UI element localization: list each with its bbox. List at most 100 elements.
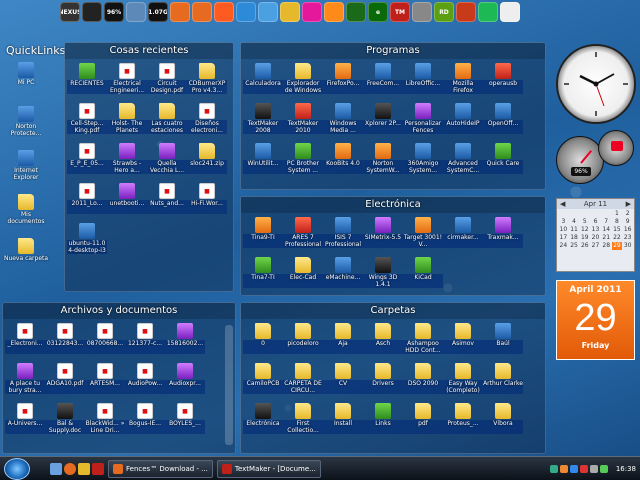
archivos-item[interactable]: ■ AudioPow... bbox=[125, 361, 165, 401]
bubble-icon[interactable] bbox=[258, 2, 278, 22]
recientes-item[interactable]: Holst- The Planets bbox=[107, 101, 147, 141]
calendar-day[interactable]: 1 bbox=[612, 210, 623, 218]
quicklinks-item[interactable]: Internet Explorer bbox=[2, 148, 50, 192]
electronica-item[interactable]: Tina9-TI bbox=[243, 215, 283, 255]
calendar-day[interactable]: 29 bbox=[611, 242, 623, 250]
quicklinks-item[interactable]: Mis documentos bbox=[2, 192, 50, 236]
calendar-day[interactable]: 2 bbox=[622, 210, 633, 218]
recientes-item[interactable]: ■ Hi-Fi.Wor... bbox=[187, 181, 227, 221]
electronica-item[interactable]: eMachine... bbox=[323, 255, 363, 295]
carpetas-item[interactable]: DSO 2090 bbox=[403, 361, 443, 401]
programas-item[interactable]: FreeCom... bbox=[363, 61, 403, 101]
tray-icon[interactable] bbox=[559, 465, 568, 473]
carpetas-item[interactable]: Baúl bbox=[483, 321, 523, 361]
memory-meter-icon[interactable]: 1.07G bbox=[148, 2, 168, 22]
calendar-next-button[interactable]: ▶ bbox=[626, 199, 631, 209]
calendar-day[interactable] bbox=[590, 210, 601, 218]
programas-item[interactable]: TextMaker 2008 bbox=[243, 101, 283, 141]
carpetas-item[interactable]: Electrónica bbox=[243, 401, 283, 441]
weather-icon[interactable] bbox=[126, 2, 146, 22]
calendar-day[interactable]: 15 bbox=[612, 226, 623, 234]
taskbar-window-button[interactable]: Fences™ Download - ... bbox=[108, 459, 213, 478]
carpetas-item[interactable]: Proteus_... bbox=[443, 401, 483, 441]
recientes-item[interactable]: unetbooti... bbox=[107, 181, 147, 221]
carpetas-item[interactable]: 0 bbox=[243, 321, 283, 361]
electronica-item[interactable]: KiCad bbox=[403, 255, 443, 295]
taskbar-clock[interactable]: 16:38 bbox=[616, 465, 636, 473]
archivos-item[interactable]: ■ BlackWid... » Line Dri... bbox=[85, 401, 125, 441]
recientes-item[interactable]: ■ Cell-Step... King.pdf bbox=[67, 101, 107, 141]
calendar-day[interactable]: 8 bbox=[612, 218, 623, 226]
calendar-day[interactable] bbox=[569, 210, 580, 218]
archivos-item[interactable]: ■ ARTESM... bbox=[85, 361, 125, 401]
recientes-item[interactable]: RECIENTES bbox=[67, 61, 107, 101]
calendar-day[interactable]: 14 bbox=[601, 226, 612, 234]
firefox-icon[interactable] bbox=[192, 2, 212, 22]
e-icon[interactable]: e bbox=[368, 2, 388, 22]
recientes-item[interactable]: ubuntu-11.0 4-desktop-i3 86.iso.part bbox=[67, 221, 107, 261]
calendar-day[interactable]: 16 bbox=[622, 226, 633, 234]
carpetas-item[interactable]: First Collectio... bbox=[283, 401, 323, 441]
recientes-item[interactable]: ■ Circuit Design.pdf bbox=[147, 61, 187, 101]
carpetas-item[interactable]: CV bbox=[323, 361, 363, 401]
programas-item[interactable]: Norton SystemW... bbox=[363, 141, 403, 181]
programas-item[interactable]: Xplorer 2P... bbox=[363, 101, 403, 141]
programas-item[interactable]: 360Amigo System... bbox=[403, 141, 443, 181]
recientes-item[interactable]: Strawbs - Hero a... bbox=[107, 141, 147, 181]
calendar-day[interactable]: 4 bbox=[569, 218, 580, 226]
archivos-item[interactable]: Bal & Supply.doc bbox=[45, 401, 85, 441]
analog-clock[interactable] bbox=[556, 44, 636, 124]
recientes-item[interactable]: ■ E_P_E_05... bbox=[67, 141, 107, 181]
carpetas-item[interactable]: CamiloPCB bbox=[243, 361, 283, 401]
programas-item[interactable]: WinUtilit... bbox=[243, 141, 283, 181]
archivos-item[interactable]: ■ _Electroni... bbox=[5, 321, 45, 361]
calendar-day[interactable]: 26 bbox=[579, 242, 590, 250]
carpetas-item[interactable]: Víbora bbox=[483, 401, 523, 441]
calendar-day[interactable]: 3 bbox=[558, 218, 569, 226]
programas-item[interactable]: KooBits 4.0 bbox=[323, 141, 363, 181]
electronica-item[interactable]: Target 3001! V... bbox=[403, 215, 443, 255]
archivos-item[interactable]: ■ 08700668... bbox=[85, 321, 125, 361]
programas-item[interactable]: FirefoxPo... bbox=[323, 61, 363, 101]
diamond-icon[interactable] bbox=[324, 2, 344, 22]
programas-item[interactable]: LibreOffic... bbox=[403, 61, 443, 101]
archivos-item[interactable]: Audioxpr... bbox=[165, 361, 205, 401]
recientes-item[interactable]: ■ Electrical Engineeri... bbox=[107, 61, 147, 101]
programas-item[interactable]: Mozilla Firefox bbox=[443, 61, 483, 101]
carpetas-item[interactable]: Drivers bbox=[363, 361, 403, 401]
calendar-day[interactable]: 7 bbox=[601, 218, 612, 226]
archivos-item[interactable]: ■ Bogus-IE... bbox=[125, 401, 165, 441]
electronica-item[interactable]: Traxmak... bbox=[483, 215, 523, 255]
heart-icon[interactable] bbox=[456, 2, 476, 22]
carpetas-item[interactable]: pdf bbox=[403, 401, 443, 441]
programas-item[interactable]: Windows Media ... bbox=[323, 101, 363, 141]
carpetas-item[interactable]: picodeloro bbox=[283, 321, 323, 361]
quicklinks-item[interactable]: Nueva carpeta bbox=[2, 236, 50, 280]
spotify-icon[interactable] bbox=[478, 2, 498, 22]
recientes-item[interactable]: Quella Vecchia L... bbox=[147, 141, 187, 181]
electronica-item[interactable]: SIMetrix-5.5 bbox=[363, 215, 403, 255]
programas-item[interactable]: Explorador de Windows bbox=[283, 61, 323, 101]
calendar-day[interactable]: 21 bbox=[601, 234, 612, 242]
carpetas-item[interactable]: Aja bbox=[323, 321, 363, 361]
quicklinks-item[interactable]: Norton Protecte... bbox=[2, 104, 50, 148]
carpetas-item[interactable]: Ashampoo HDD Cont... bbox=[403, 321, 443, 361]
carpetas-item[interactable]: Asimov bbox=[443, 321, 483, 361]
calendar-day[interactable]: 28 bbox=[601, 242, 612, 250]
quicklinks-item[interactable]: Mi PC bbox=[2, 60, 50, 104]
archivos-item[interactable]: ■ A-Univers... bbox=[5, 401, 45, 441]
calendar-day[interactable]: 19 bbox=[579, 234, 590, 242]
calendar-day[interactable]: 18 bbox=[569, 234, 580, 242]
quick-launch-firefox-icon[interactable] bbox=[64, 462, 76, 475]
calendar-day[interactable] bbox=[579, 210, 590, 218]
quick-launch-ie-icon[interactable] bbox=[50, 462, 62, 475]
calendar-day[interactable]: 5 bbox=[579, 218, 590, 226]
calendar-day[interactable]: 17 bbox=[558, 234, 569, 242]
quick-launch-folder-icon[interactable] bbox=[78, 462, 90, 475]
electronica-item[interactable]: Tina7-TI bbox=[243, 255, 283, 295]
electronica-item[interactable]: Wings 3D 1.4.1 bbox=[363, 255, 403, 295]
programas-item[interactable]: Quick Care bbox=[483, 141, 523, 181]
archivos-item[interactable]: ■ ADGA10.pdf bbox=[45, 361, 85, 401]
archivos-item[interactable]: 15816002... bbox=[165, 321, 205, 361]
calendar-day[interactable]: 24 bbox=[558, 242, 569, 250]
